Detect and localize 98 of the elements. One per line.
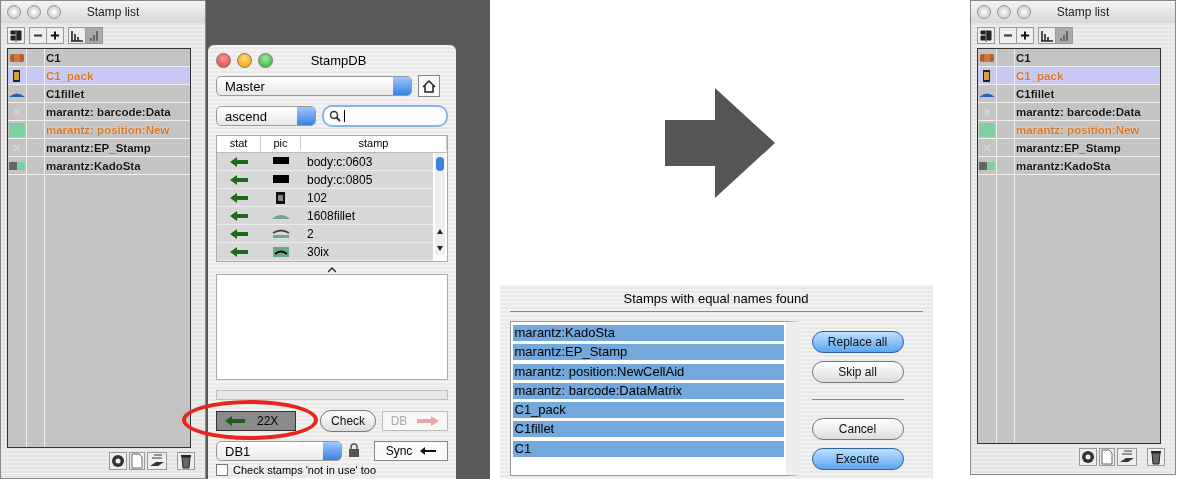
table-cell-text: 1608fillet bbox=[306, 208, 357, 223]
table-row[interactable]: 2 bbox=[217, 225, 433, 243]
table-row[interactable]: 30ix bbox=[217, 243, 433, 261]
table-row[interactable]: 102 bbox=[217, 189, 433, 207]
align-icon[interactable] bbox=[7, 27, 25, 44]
left-arrow-icon bbox=[230, 174, 248, 185]
list-item[interactable]: marantz:EP_Stamp bbox=[512, 344, 784, 361]
stamp-icon bbox=[978, 122, 996, 137]
plus-icon[interactable] bbox=[46, 27, 64, 44]
window-control-button[interactable] bbox=[237, 52, 252, 68]
table-cell-text: 102 bbox=[306, 190, 329, 205]
bar-chart-icon[interactable] bbox=[1038, 27, 1056, 44]
left-arrow-icon bbox=[230, 246, 248, 257]
sort-dropdown[interactable]: ascend bbox=[216, 106, 316, 126]
left-arrow-icon bbox=[225, 416, 245, 426]
table-cell-text: 30ix bbox=[306, 244, 330, 259]
list-item[interactable]: C1fillet bbox=[512, 421, 784, 438]
stamp-row[interactable]: marantz:EP_Stamp bbox=[978, 139, 1160, 157]
stamp-icon bbox=[978, 160, 996, 171]
right-arrow-icon bbox=[417, 416, 440, 426]
default-button[interactable]: Replace all bbox=[811, 331, 904, 353]
plus-icon[interactable] bbox=[1016, 27, 1034, 44]
stamp-row[interactable]: marantz: barcode:Data bbox=[8, 103, 190, 121]
stamp-row[interactable]: marantz:KadoSta bbox=[978, 157, 1160, 175]
list-item[interactable]: C1 bbox=[512, 440, 784, 457]
stamp-name: C1_pack bbox=[1015, 69, 1065, 82]
scroll-bar[interactable] bbox=[433, 153, 447, 255]
checkbox[interactable] bbox=[216, 464, 228, 476]
sync-button[interactable]: Sync bbox=[374, 441, 448, 461]
trash-icon[interactable] bbox=[177, 452, 195, 470]
right-arrow-icon bbox=[665, 87, 775, 198]
window-control-button[interactable] bbox=[216, 52, 231, 68]
stamp-name: C1_pack bbox=[45, 69, 95, 82]
trash-icon[interactable] bbox=[1147, 448, 1165, 466]
stamp-icon bbox=[8, 122, 26, 137]
left-arrow-icon bbox=[230, 156, 248, 167]
left-arrow-icon bbox=[420, 447, 437, 455]
stamp-name: marantz: position:New bbox=[1015, 123, 1141, 136]
search-field[interactable] bbox=[322, 105, 448, 127]
source-dropdown[interactable]: Master bbox=[216, 76, 412, 96]
stamp-name: marantz:EP_Stamp bbox=[1015, 141, 1122, 154]
column-header[interactable]: stamp bbox=[301, 136, 447, 150]
lock-icon[interactable] bbox=[348, 442, 360, 457]
stamp-name: C1 bbox=[1015, 51, 1032, 64]
table-row[interactable]: body:c:0805 bbox=[217, 171, 433, 189]
count-button[interactable]: 22X bbox=[216, 411, 297, 431]
stamp-name: marantz: barcode:Data bbox=[1015, 105, 1142, 118]
stamp-row[interactable]: C1fillet bbox=[8, 85, 190, 103]
window-title: Stamp list bbox=[1055, 5, 1111, 19]
home-button[interactable] bbox=[418, 75, 440, 97]
database-dropdown[interactable]: DB1 bbox=[216, 441, 342, 461]
stamp-icon bbox=[978, 52, 996, 63]
stamp-thumbnail-icon bbox=[271, 245, 291, 258]
stamp-name: C1 bbox=[45, 51, 62, 64]
stamp-name: marantz:KadoSta bbox=[45, 159, 142, 172]
list-item[interactable]: marantz: barcode:DataMatrix bbox=[512, 382, 784, 399]
stamp-name: C1fillet bbox=[45, 87, 86, 100]
minus-icon[interactable] bbox=[999, 27, 1017, 44]
column-header[interactable]: pic bbox=[261, 136, 301, 150]
list-item[interactable]: C1_pack bbox=[512, 402, 784, 419]
window-title: Stamp list bbox=[85, 5, 141, 19]
stamp-name: marantz:EP_Stamp bbox=[45, 141, 152, 154]
stamp-name: C1fillet bbox=[1015, 87, 1056, 100]
checkbox-label: Check stamps 'not in use' too bbox=[233, 464, 376, 476]
check-button[interactable]: Check bbox=[320, 410, 377, 432]
align-icon[interactable] bbox=[977, 27, 995, 44]
table-cell-text: 2 bbox=[306, 226, 315, 241]
caret-icon[interactable] bbox=[328, 267, 336, 273]
stamp-name: marantz: position:New bbox=[45, 123, 171, 136]
stamp-row[interactable]: C1fillet bbox=[978, 85, 1160, 103]
stamp-icon bbox=[8, 52, 26, 63]
column-header[interactable]: stat bbox=[217, 136, 261, 150]
left-arrow-icon bbox=[230, 228, 248, 239]
table-cell-text: body:c:0805 bbox=[306, 172, 374, 187]
table-row[interactable]: body:c:0603 bbox=[217, 153, 433, 171]
window-control-button[interactable] bbox=[258, 52, 273, 68]
stamp-thumbnail-icon bbox=[271, 227, 291, 240]
dialog-title: Stamps with equal names found bbox=[509, 289, 923, 312]
default-button[interactable]: Execute bbox=[811, 448, 904, 470]
table-cell-text: body:c:0603 bbox=[306, 154, 374, 169]
stamp-name: marantz:KadoSta bbox=[1015, 159, 1112, 172]
search-icon bbox=[329, 110, 341, 122]
list-item[interactable]: marantz: position:NewCellAid bbox=[512, 363, 784, 380]
stamp-row[interactable]: marantz: barcode:Data bbox=[978, 103, 1160, 121]
minus-icon[interactable] bbox=[29, 27, 47, 44]
stamp-name: marantz: barcode:Data bbox=[45, 105, 172, 118]
stamp-row[interactable]: marantz:EP_Stamp bbox=[8, 139, 190, 157]
button[interactable]: Cancel bbox=[811, 418, 904, 440]
list-item[interactable]: marantz:KadoSta bbox=[512, 325, 784, 341]
window-title: StampDB bbox=[309, 52, 368, 68]
bar-chart-icon[interactable] bbox=[68, 27, 86, 44]
button[interactable]: Skip all bbox=[811, 361, 904, 383]
left-arrow-icon bbox=[230, 210, 248, 221]
table-row[interactable]: 1608fillet bbox=[217, 207, 433, 225]
stamp-thumbnail-icon bbox=[271, 173, 291, 186]
stamp-row[interactable]: marantz:KadoSta bbox=[8, 157, 190, 175]
left-arrow-icon bbox=[230, 192, 248, 203]
stamp-icon bbox=[8, 160, 26, 171]
